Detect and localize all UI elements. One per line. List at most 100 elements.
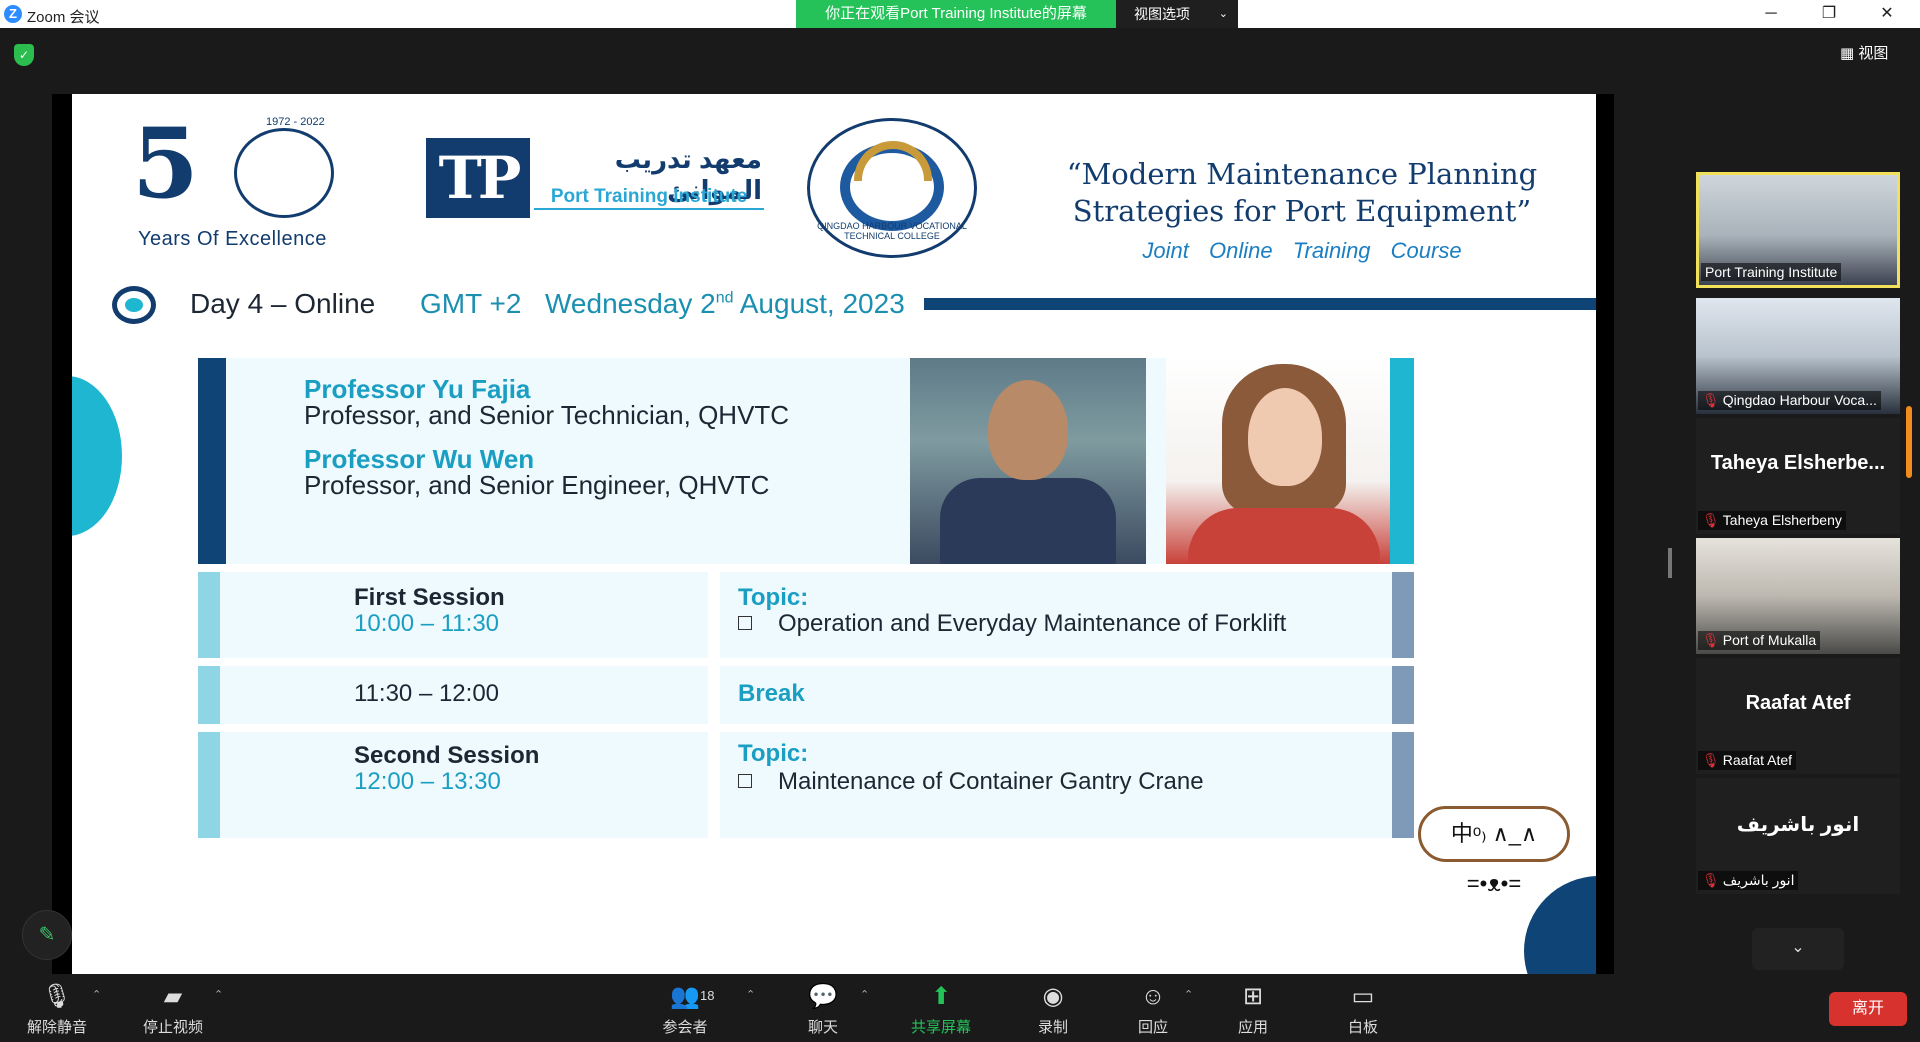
participant-name: Raafat Atef bbox=[1722, 752, 1793, 768]
logo-50-number: 5 bbox=[132, 107, 199, 220]
logo-50-tagline: Years Of Excellence bbox=[138, 228, 327, 250]
participant-tile[interactable]: Raafat Atef 🎙 Raafat Atef bbox=[1696, 658, 1900, 774]
security-shield-icon[interactable]: ✓ bbox=[14, 44, 34, 66]
participant-tile[interactable]: Taheya Elsherbe... 🎙 Taheya Elsherbeny bbox=[1696, 418, 1900, 534]
chevron-up-icon[interactable]: ⌃ bbox=[860, 988, 869, 1001]
day-label: Day 4 – Online bbox=[190, 288, 376, 319]
second-session-title: Second Session bbox=[354, 742, 540, 769]
qhvtc-ring-text: QINGDAO HARBOUR VOCATIONAL TECHNICAL COL… bbox=[817, 221, 967, 241]
close-button[interactable]: ✕ bbox=[1864, 0, 1910, 28]
chat-label: 聊天 bbox=[807, 1019, 838, 1036]
emblem-icon bbox=[234, 128, 334, 218]
stop-video-label: 停止视频 bbox=[142, 1019, 203, 1036]
first-topic-label: Topic: bbox=[738, 584, 809, 611]
row-left-bar bbox=[198, 572, 220, 658]
record-label: 录制 bbox=[1037, 1019, 1068, 1036]
photo-face bbox=[1248, 388, 1322, 486]
annotate-pen-icon[interactable]: ✎ bbox=[22, 910, 72, 960]
mic-muted-icon: 🎙 bbox=[1702, 512, 1720, 528]
row-right-bar bbox=[1392, 732, 1414, 838]
sidebar-scrollbar[interactable] bbox=[1906, 406, 1912, 478]
row-right-bar bbox=[1392, 666, 1414, 724]
window-title: Zoom 会议 bbox=[27, 9, 100, 26]
second-topic-label: Topic: bbox=[738, 740, 809, 767]
whiteboard-label: 白板 bbox=[1347, 1019, 1378, 1036]
gallery-scroll-down-button[interactable]: ⌄ bbox=[1752, 928, 1844, 970]
mic-muted-icon: 🎙 bbox=[1702, 392, 1720, 408]
participants-label: 参会者 bbox=[662, 1019, 708, 1036]
whiteboard-button[interactable]: ▭ 白板 bbox=[1308, 982, 1418, 1038]
participant-tile[interactable]: Port Training Institute bbox=[1696, 172, 1900, 288]
row-left-cell: Second Session 12:00 – 13:30 bbox=[220, 732, 708, 838]
logo-50-years: 5 1972 - 2022 Years Of Excellence bbox=[132, 116, 372, 256]
professor-2-photo bbox=[1166, 358, 1402, 564]
reactions-button[interactable]: ☺ 回应 ⌃ bbox=[1098, 982, 1208, 1038]
date-prefix: Wednesday 2 bbox=[545, 288, 716, 319]
mic-muted-icon: 🎙 bbox=[1702, 632, 1720, 648]
participants-icon: 👥 bbox=[670, 983, 700, 1010]
sidebar-resize-handle[interactable] bbox=[1668, 548, 1672, 578]
schedule-row-second: Second Session 12:00 – 13:30 Topic: Main… bbox=[198, 732, 1414, 838]
participant-tile[interactable]: 🎙 Qingdao Harbour Voca... bbox=[1696, 298, 1900, 414]
view-options-label: 视图选项 bbox=[1134, 6, 1190, 22]
photo-face bbox=[988, 380, 1068, 480]
course-subtitle: Joint Online Training Course bbox=[1142, 238, 1462, 263]
first-session-time: 10:00 – 11:30 bbox=[354, 610, 500, 637]
date-suffix: August, 2023 bbox=[733, 288, 905, 319]
unmute-button[interactable]: 🎙 解除静音 ⌃ bbox=[2, 982, 112, 1038]
participant-name-tag: 🎙 Qingdao Harbour Voca... bbox=[1698, 391, 1881, 410]
mic-muted-icon: 🎙 bbox=[1702, 872, 1720, 888]
pti-english-name: Port Training Institute bbox=[534, 186, 764, 210]
photo-figure bbox=[940, 478, 1116, 564]
break-label: Break bbox=[738, 680, 805, 707]
checkbox-icon bbox=[738, 774, 752, 788]
participants-button[interactable]: 👥 18 参会者 ⌃ bbox=[630, 982, 755, 1038]
decor-cyan-circle bbox=[72, 376, 122, 536]
kaomoji-sticker: 中ᵒ₎ ∧_∧ =•ᴥ•= bbox=[1418, 806, 1570, 896]
course-title-line1: “Modern Maintenance Planning bbox=[1066, 157, 1538, 191]
leave-button[interactable]: 离开 bbox=[1829, 992, 1907, 1026]
stop-video-button[interactable]: ▰ 停止视频 ⌃ bbox=[118, 982, 228, 1038]
meeting-toolbar: 🎙 解除静音 ⌃ ▰ 停止视频 ⌃ 👥 18 参会者 ⌃ 💬 聊天 ⌃ ⬆ 共享… bbox=[0, 976, 1920, 1042]
date-sup: nd bbox=[715, 289, 734, 307]
day-row: Day 4 – Online GMT +2 Wednesday 2nd Augu… bbox=[72, 284, 1596, 324]
restore-button[interactable]: ❐ bbox=[1806, 0, 1852, 28]
record-button[interactable]: ◉ 录制 bbox=[998, 982, 1108, 1038]
participant-name-tag: 🎙 Taheya Elsherbeny bbox=[1698, 511, 1846, 530]
unmute-label: 解除静音 bbox=[26, 1019, 87, 1036]
chevron-up-icon[interactable]: ⌃ bbox=[1184, 988, 1193, 1001]
minimize-button[interactable]: ─ bbox=[1748, 0, 1794, 28]
apps-button[interactable]: ⊞ 应用 bbox=[1198, 982, 1308, 1038]
row-left-bar bbox=[198, 666, 220, 724]
view-button-label: 视图 bbox=[1858, 45, 1889, 62]
view-button[interactable]: ▦ 视图 bbox=[1840, 42, 1888, 63]
logo-50-years-range: 1972 - 2022 bbox=[266, 116, 325, 128]
chevron-up-icon[interactable]: ⌃ bbox=[746, 988, 755, 1001]
chevron-down-icon: ⌄ bbox=[1791, 939, 1805, 956]
zoom-logo-icon: Z bbox=[4, 5, 22, 23]
slide-canvas: 5 1972 - 2022 Years Of Excellence TP معه… bbox=[72, 94, 1596, 974]
row-right-cell: Break bbox=[720, 666, 1394, 724]
professor-2-role: Professor, and Senior Engineer, QHVTC bbox=[304, 470, 770, 500]
pti-mark-icon: TP bbox=[426, 138, 530, 218]
chat-button[interactable]: 💬 聊天 ⌃ bbox=[768, 982, 878, 1038]
title-bar: Z Zoom 会议 你正在观看Port Training Institute的屏… bbox=[0, 0, 1920, 28]
apps-icon: ⊞ bbox=[1242, 983, 1264, 1010]
professor-1-photo bbox=[910, 358, 1146, 564]
participant-tile[interactable]: انور باشريف 🎙 انور باشريف bbox=[1696, 778, 1900, 894]
chevron-up-icon[interactable]: ⌃ bbox=[214, 988, 223, 1001]
participant-display-name: انور باشريف bbox=[1736, 814, 1860, 836]
view-options-button[interactable]: 视图选项 ⌄ bbox=[1116, 0, 1238, 28]
mic-muted-icon: 🎙 bbox=[1702, 752, 1720, 768]
apps-label: 应用 bbox=[1237, 1019, 1268, 1036]
row-right-cell: Topic: Operation and Everyday Maintenanc… bbox=[720, 572, 1394, 658]
chevron-up-icon[interactable]: ⌃ bbox=[92, 988, 101, 1001]
share-screen-button[interactable]: ⬆ 共享屏幕 bbox=[886, 982, 996, 1038]
row-right-cell: Topic: Maintenance of Container Gantry C… bbox=[720, 732, 1394, 838]
participants-count: 18 bbox=[700, 988, 715, 1003]
participant-tile[interactable]: 🎙 Port of Mukalla bbox=[1696, 538, 1900, 654]
panel-navy-edge bbox=[198, 358, 226, 564]
shared-screen: 5 1972 - 2022 Years Of Excellence TP معه… bbox=[52, 94, 1614, 974]
row-left-bar bbox=[198, 732, 220, 838]
meeting-area: ✓ ▦ 视图 5 1972 - 2022 Years Of Excellence… bbox=[0, 28, 1920, 976]
